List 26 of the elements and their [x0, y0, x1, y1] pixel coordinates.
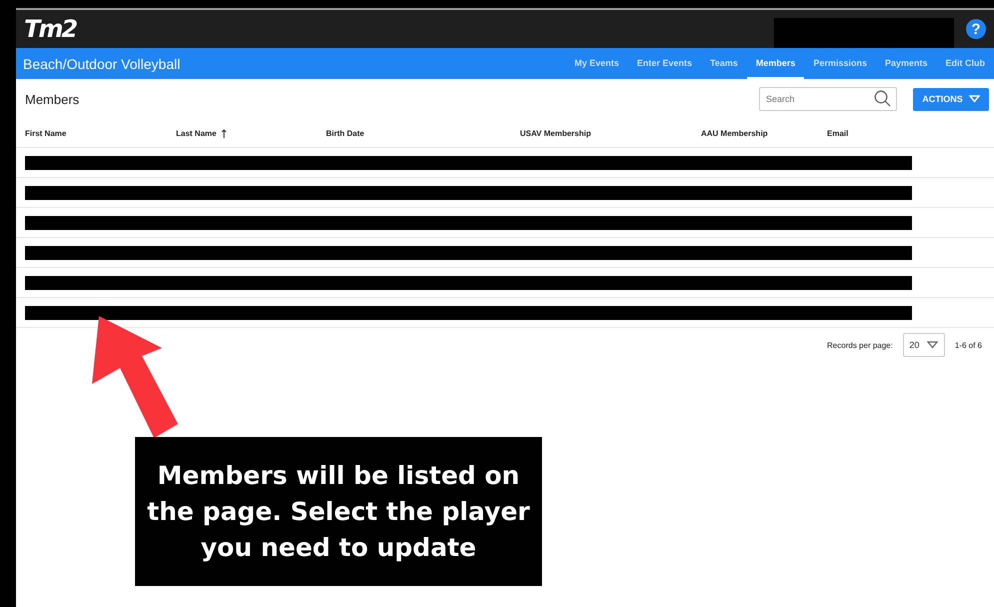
- column-header[interactable]: AAU Membership: [701, 128, 768, 138]
- nav-tab[interactable]: Payments: [876, 48, 936, 79]
- page-range: 1-6 of 6: [954, 340, 982, 350]
- column-header[interactable]: Last Name: [176, 128, 216, 138]
- help-icon[interactable]: ?: [966, 19, 986, 39]
- logo: Tm2: [24, 15, 76, 43]
- records-per-page-select[interactable]: 20: [902, 333, 945, 357]
- column-header[interactable]: Email: [827, 128, 848, 138]
- nav-tab[interactable]: Edit Club: [936, 48, 994, 79]
- records-per-page-label: Records per page:: [827, 340, 893, 350]
- nav-tab[interactable]: Permissions: [804, 48, 876, 79]
- club-title: Beach/Outdoor Volleyball: [23, 56, 180, 72]
- nav-tab[interactable]: Enter Events: [628, 48, 702, 79]
- callout-text: Members will be listed on the page. Select the player you need to update: [135, 437, 542, 586]
- actions-button[interactable]: ACTIONS: [913, 88, 989, 110]
- column-header[interactable]: USAV Membership: [520, 128, 591, 138]
- page-title: Members: [25, 92, 80, 106]
- nav-tab[interactable]: Teams: [701, 48, 747, 79]
- nav-tab[interactable]: Members: [746, 48, 804, 79]
- search-field[interactable]: Search: [759, 87, 897, 111]
- search-icon: [874, 90, 891, 107]
- caret-icon: [968, 95, 980, 103]
- column-header[interactable]: First Name: [25, 128, 66, 138]
- caret-icon: [927, 341, 938, 349]
- column-header[interactable]: Birth Date: [326, 128, 364, 138]
- nav-tab[interactable]: My Events: [566, 48, 628, 79]
